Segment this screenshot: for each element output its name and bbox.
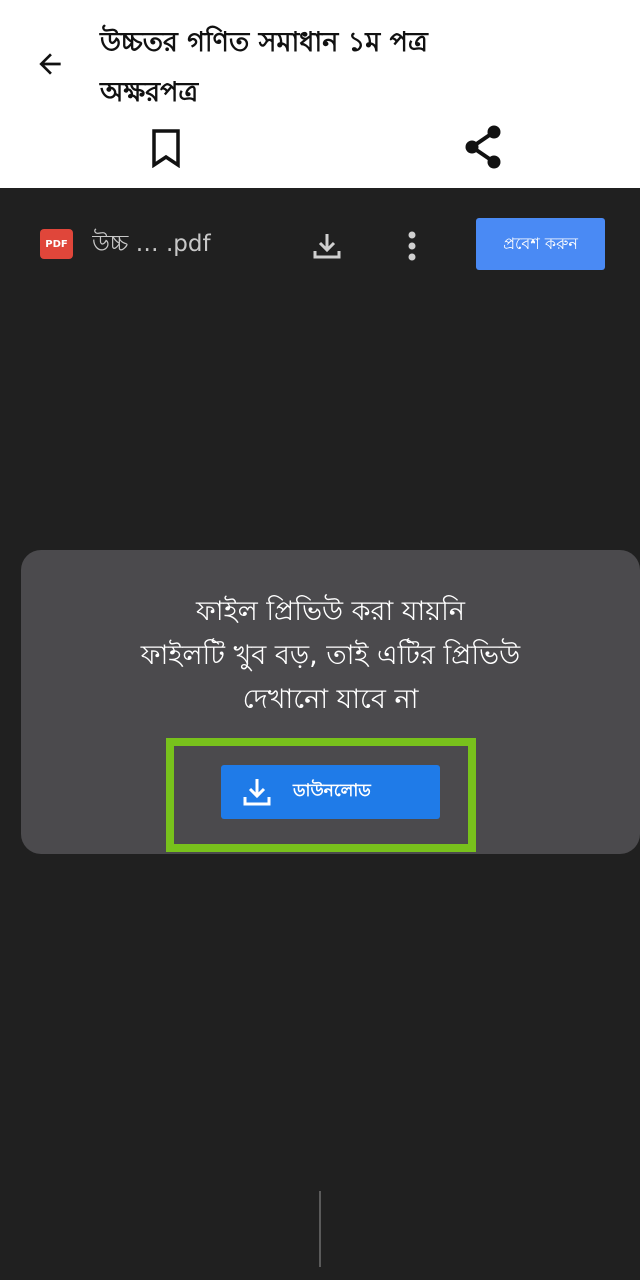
more-options-button[interactable] [392,224,432,268]
download-button-label: ডাউনলোড [293,781,371,801]
file-toolbar: PDF উচ্চ … .pdf প্রবেশ করুন [0,188,640,298]
download-icon [221,765,293,819]
page-divider [319,1191,321,1267]
bookmark-icon [152,129,180,168]
download-icon [313,234,341,259]
preview-error-line2: ফাইলটি খুব বড়, তাই এটির প্রিভিউ [140,640,521,671]
more-vertical-icon [408,231,416,261]
arrow-left-icon [39,53,61,75]
file-name: উচ্চ … .pdf [92,231,211,257]
download-icon-button[interactable] [305,224,349,268]
share-icon [465,125,501,169]
pdf-file-icon: PDF [40,229,73,259]
page-title-line2: অক্ষরপত্র [100,77,199,108]
preview-error-message: ফাইল প্রিভিউ করা যায়নি ফাইলটি খুব বড়, … [21,590,640,722]
share-button[interactable] [458,122,508,172]
download-button[interactable]: ডাউনলোড [221,765,440,819]
back-button[interactable] [28,42,72,86]
app-bar: উচ্চতর গণিত সমাধান ১ম পত্র অক্ষরপত্র [0,0,640,188]
document-viewer: PDF উচ্চ … .pdf প্রবেশ করুন ফাইল প্রিভিউ… [0,188,640,1280]
sign-in-button[interactable]: প্রবেশ করুন [476,218,605,270]
preview-error-line3: দেখানো যাবে না [242,684,419,715]
preview-error-title: ফাইল প্রিভিউ করা যায়নি [196,596,465,627]
page-title-line1: উচ্চতর গণিত সমাধান ১ম পত্র [100,27,428,58]
bookmark-button[interactable] [142,124,190,172]
preview-error-card: ফাইল প্রিভিউ করা যায়নি ফাইলটি খুব বড়, … [21,550,640,854]
page-title: উচ্চতর গণিত সমাধান ১ম পত্র অক্ষরপত্র [100,18,600,118]
